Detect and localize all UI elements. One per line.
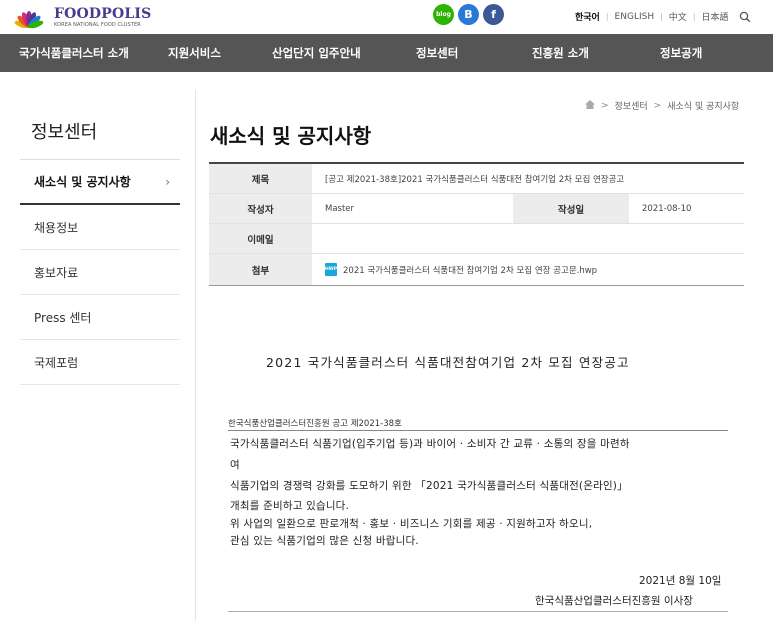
sidebar-item-label: 국제포럼 bbox=[34, 355, 79, 370]
document-date: 2021년 8월 10일 bbox=[639, 575, 722, 587]
search-icon[interactable] bbox=[739, 11, 751, 23]
body-line: 위 사업의 일환으로 판로개척 · 홍보 · 비즈니스 기회를 제공 · 지원하… bbox=[230, 518, 593, 530]
lang-korean[interactable]: 한국어 bbox=[575, 10, 600, 23]
chevron-right-icon: > bbox=[601, 100, 609, 111]
author-value: Master bbox=[325, 203, 355, 214]
document-divider-bottom bbox=[228, 611, 728, 612]
chevron-right-icon: › bbox=[165, 174, 170, 189]
lang-separator: | bbox=[692, 12, 696, 21]
naver-blog-icon[interactable]: blog bbox=[433, 4, 454, 25]
row-author: 작성자 Master 작성일 2021-08-10 bbox=[209, 194, 744, 224]
date-label: 작성일 bbox=[513, 194, 629, 223]
document-divider bbox=[228, 430, 728, 431]
email-value bbox=[312, 224, 744, 253]
author-label: 작성자 bbox=[209, 194, 312, 223]
body-line: 개최를 준비하고 있습니다. bbox=[230, 500, 350, 512]
document-signature: 한국식품산업클러스터진흥원 이사장 bbox=[535, 595, 693, 607]
page-title: 새소식 및 공지사항 bbox=[210, 124, 372, 148]
date-value: 2021-08-10 bbox=[642, 203, 692, 214]
lang-separator: | bbox=[660, 12, 663, 21]
nav-cluster-intro[interactable]: 국가식품클러스터 소개 bbox=[19, 34, 129, 72]
sidebar-item-jobs[interactable]: 채용정보 bbox=[20, 205, 180, 250]
document-reference: 한국식품산업클러스터진흥원 공고 제2021-38호 bbox=[228, 419, 402, 429]
lang-english[interactable]: ENGLISH bbox=[615, 12, 655, 22]
subject-label: 제목 bbox=[209, 164, 312, 193]
breadcrumb: > 정보센터 > 새소식 및 공지사항 bbox=[585, 99, 739, 112]
logo-name: FOODPOLIS bbox=[54, 5, 152, 22]
nav-info-center[interactable]: 정보센터 bbox=[416, 34, 458, 72]
row-attachment: 첨부 HWP 2021 국가식품클러스터 식품대전 참여기업 2차 모집 연장 … bbox=[209, 254, 744, 286]
subject-value: [공고 제2021-38호]2021 국가식품클러스터 식품대전 참여기업 2차… bbox=[325, 174, 625, 185]
social-links: blog B f bbox=[433, 4, 504, 25]
attach-label: 첨부 bbox=[209, 254, 312, 285]
logo-subtitle: KOREA NATIONAL FOOD CLUSTER bbox=[54, 21, 141, 28]
sidebar-item-label: Press 센터 bbox=[34, 310, 92, 325]
sidebar-item-label: 채용정보 bbox=[34, 220, 79, 235]
nav-support-services[interactable]: 지원서비스 bbox=[168, 34, 221, 72]
attachment-filename: 2021 국가식품클러스터 식품대전 참여기업 2차 모집 연장 공고문.hwp bbox=[343, 265, 598, 276]
main-nav: 국가식품클러스터 소개 지원서비스 산업단지 입주안내 정보센터 진흥원 소개 … bbox=[0, 34, 773, 72]
attachment-link[interactable]: HWP 2021 국가식품클러스터 식품대전 참여기업 2차 모집 연장 공고문… bbox=[312, 254, 744, 285]
body-line: 여 bbox=[230, 459, 240, 471]
sidebar-item-news[interactable]: 새소식 및 공지사항 › bbox=[20, 160, 180, 205]
sidebar-item-forum[interactable]: 국제포럼 bbox=[20, 340, 180, 385]
content-divider bbox=[195, 90, 196, 621]
band-icon[interactable]: B bbox=[458, 4, 479, 25]
top-bar: FOODPOLIS KOREA NATIONAL FOOD CLUSTER bl… bbox=[0, 0, 773, 34]
nav-agency-intro[interactable]: 진흥원 소개 bbox=[532, 34, 589, 72]
nav-disclosure[interactable]: 정보공개 bbox=[660, 34, 702, 72]
chevron-right-icon: > bbox=[653, 100, 662, 111]
sidebar-title: 정보센터 bbox=[31, 122, 98, 143]
document-title: 2021 국가식품클러스터 식품대전참여기업 2차 모집 연장공고 bbox=[266, 355, 630, 370]
sidebar-menu: 새소식 및 공지사항 › 채용정보 홍보자료 Press 센터 국제포럼 bbox=[20, 159, 180, 385]
foodpolis-logo[interactable]: FOODPOLIS KOREA NATIONAL FOOD CLUSTER bbox=[10, 3, 152, 31]
hwp-file-icon: HWP bbox=[325, 263, 337, 276]
sidebar-item-press[interactable]: Press 센터 bbox=[20, 295, 180, 340]
post-info-table: 제목 [공고 제2021-38호]2021 국가식품클러스터 식품대전 참여기업… bbox=[209, 162, 744, 286]
email-label: 이메일 bbox=[209, 224, 312, 253]
sidebar-item-label: 홍보자료 bbox=[34, 265, 79, 280]
language-switcher: 한국어 | ENGLISH | 中文 | 日本語 bbox=[575, 10, 751, 23]
logo-fan-icon bbox=[14, 11, 44, 28]
body-line: 관심 있는 식품기업의 많은 신청 바랍니다. bbox=[230, 535, 419, 547]
nav-industrial-complex[interactable]: 산업단지 입주안내 bbox=[272, 34, 361, 72]
row-subject: 제목 [공고 제2021-38호]2021 국가식품클러스터 식품대전 참여기업… bbox=[209, 164, 744, 194]
lang-japanese[interactable]: 日本語 bbox=[702, 10, 729, 23]
lang-chinese[interactable]: 中文 bbox=[669, 10, 687, 23]
body-line: 국가식품클러스터 식품기업(입주기업 등)과 바이어 · 소비자 간 교류 · … bbox=[230, 438, 630, 450]
breadcrumb-news[interactable]: 새소식 및 공지사항 bbox=[667, 99, 739, 112]
row-email: 이메일 bbox=[209, 224, 744, 254]
breadcrumb-info-center[interactable]: 정보센터 bbox=[615, 99, 648, 112]
home-icon[interactable] bbox=[585, 99, 595, 112]
sidebar-item-pr[interactable]: 홍보자료 bbox=[20, 250, 180, 295]
sidebar-item-label: 새소식 및 공지사항 bbox=[34, 175, 131, 189]
facebook-icon[interactable]: f bbox=[483, 4, 504, 25]
lang-separator: | bbox=[605, 12, 609, 21]
body-line: 식품기업의 경쟁력 강화를 도모하기 위한 「2021 국가식품클러스터 식품대… bbox=[230, 480, 628, 492]
